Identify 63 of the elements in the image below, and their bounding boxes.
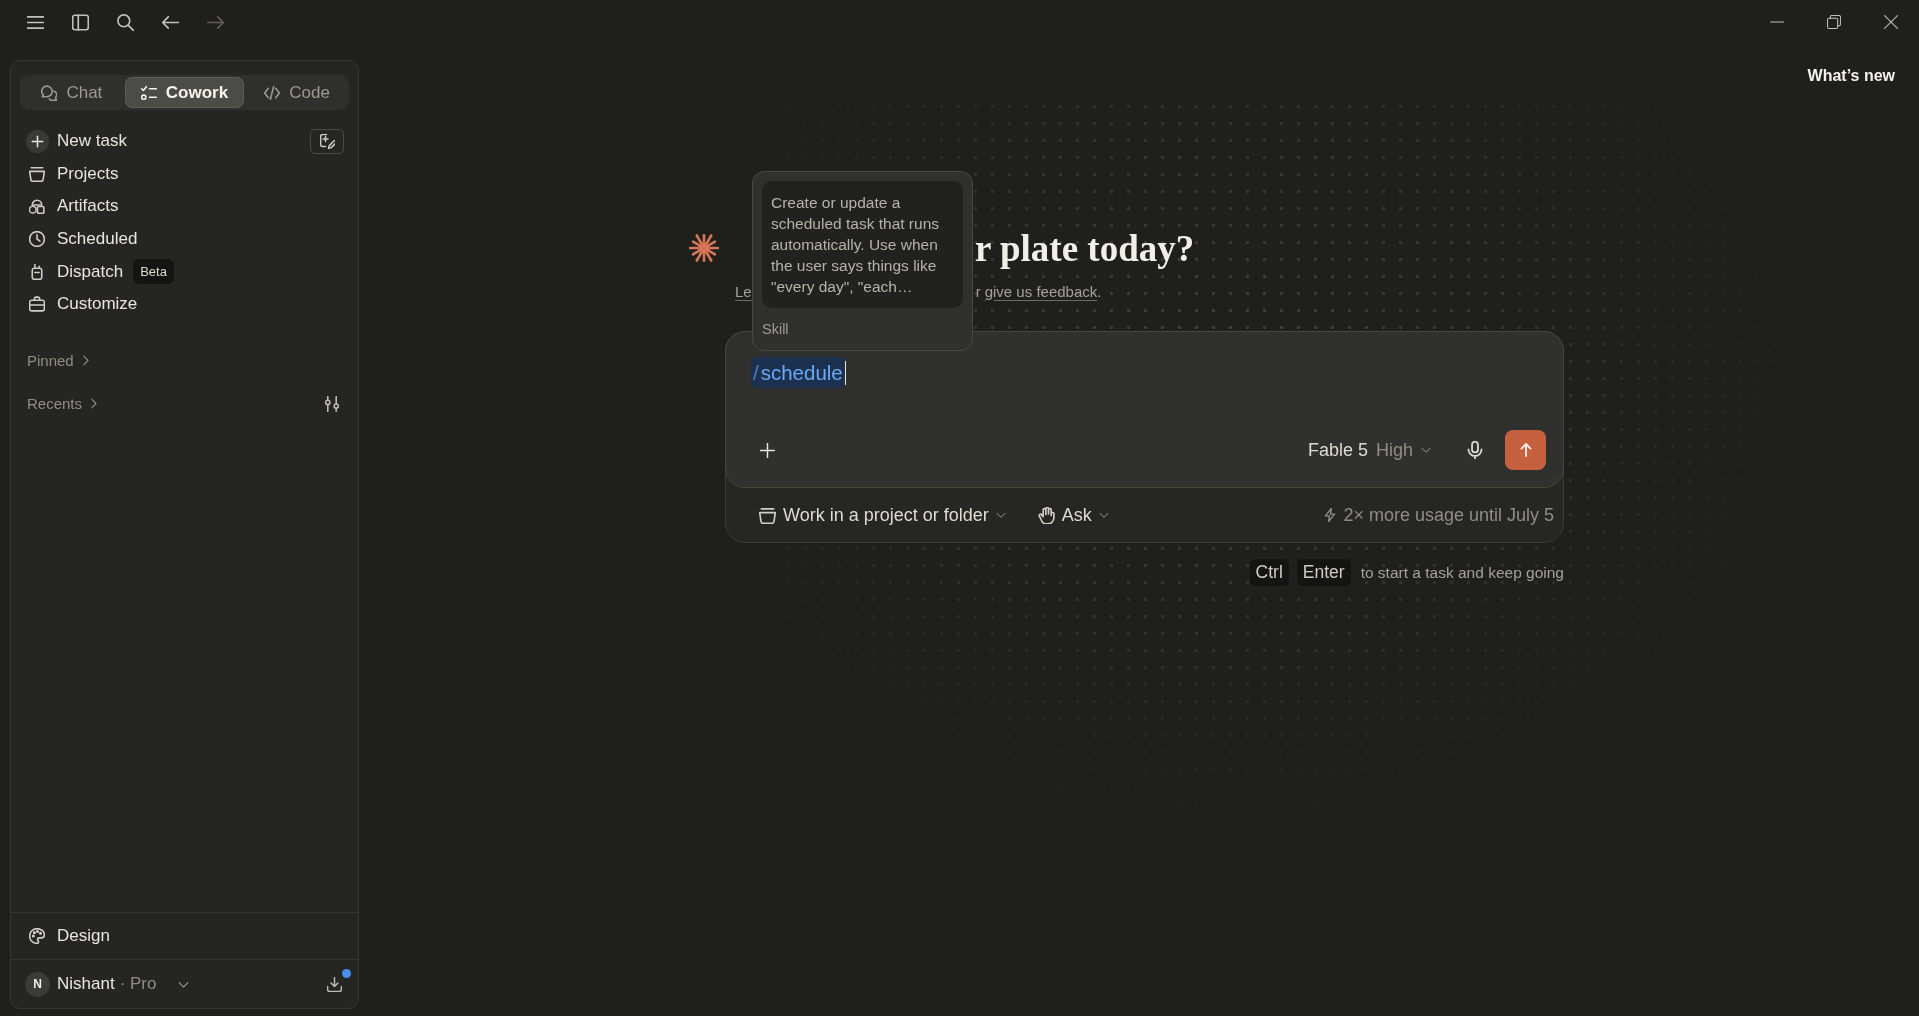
user-name: Nishant	[57, 974, 115, 994]
tray-icon	[29, 165, 45, 182]
plan-label: · Pro	[119, 974, 157, 994]
nav-item[interactable]: Artifacts	[20, 190, 349, 223]
new-task-item[interactable]: New task	[20, 125, 310, 158]
whats-new-link[interactable]: What’s new	[1807, 66, 1895, 86]
nav-item[interactable]: Scheduled	[20, 222, 349, 256]
menu-icon[interactable]	[27, 13, 44, 31]
send-button[interactable]	[1505, 430, 1546, 470]
feedback-sentence: r give us feedback.	[975, 282, 1102, 300]
pinned-toggle[interactable]: Pinned	[27, 352, 91, 370]
project-picker[interactable]: Work in a project or folder	[759, 504, 1006, 526]
keyboard-key: Enter	[1296, 559, 1351, 586]
arrow-up-icon	[1518, 443, 1533, 457]
checklist-icon	[140, 84, 157, 101]
nav-item[interactable]: Dispatch Beta	[20, 255, 349, 288]
text-caret-icon	[844, 360, 847, 385]
beta-tag: Beta	[133, 259, 174, 285]
chat-bubbles-icon	[41, 84, 58, 101]
model-selector[interactable]: Fable 5 High	[1307, 439, 1431, 461]
lightning-icon	[1323, 508, 1338, 522]
code-icon	[264, 84, 281, 101]
usage-promo: 2× more usage until July 5	[1343, 504, 1554, 526]
skill-popup[interactable]: Create or update a scheduled task that runs automatically. Use when the user says things like "every day", "each… Skill	[752, 171, 973, 351]
chevron-down-icon	[1421, 445, 1431, 455]
shortcut-hint: to start a task and keep going	[1360, 563, 1564, 582]
recents-toggle[interactable]: Recents	[27, 395, 100, 413]
mode-tab[interactable]: Cowork	[124, 77, 245, 108]
compose-icon	[319, 133, 335, 149]
sliders-icon[interactable]	[324, 395, 340, 412]
mode-tab[interactable]: Chat	[22, 77, 122, 108]
plus-icon	[26, 129, 49, 153]
skill-description: Create or update a scheduled task that runs automatically. Use when the user says things like "every day", "each…	[762, 181, 963, 308]
back-arrow-icon[interactable]	[162, 13, 179, 31]
chevron-right-icon	[88, 398, 100, 410]
briefcase-icon	[29, 296, 45, 313]
mode-tab[interactable]: Code	[247, 77, 347, 108]
add-icon[interactable]	[760, 442, 775, 458]
close-icon[interactable]	[1884, 15, 1898, 29]
palette-icon	[29, 928, 45, 944]
clock-icon	[29, 231, 45, 248]
sidebar-icon[interactable]	[72, 13, 89, 31]
nav-item[interactable]: Projects	[20, 157, 349, 191]
design-item[interactable]: Design	[20, 919, 110, 953]
shapes-icon	[29, 198, 45, 215]
device-icon	[29, 263, 45, 280]
compose-button[interactable]	[310, 128, 344, 154]
download-icon[interactable]	[327, 976, 342, 992]
starburst-icon	[689, 233, 719, 263]
user-avatar: N	[25, 971, 50, 997]
hand-icon	[1037, 506, 1055, 524]
subtitle-link[interactable]: Le	[735, 282, 752, 300]
heading-text: r plate today?	[975, 226, 1195, 270]
search-icon[interactable]	[117, 13, 134, 31]
mode-picker[interactable]: Ask	[1037, 504, 1109, 526]
keyboard-key: Ctrl	[1249, 559, 1289, 586]
nav-item[interactable]: Customize	[20, 287, 349, 321]
slash-command-chip: /schedule	[751, 357, 845, 388]
tray-icon	[759, 506, 776, 524]
chevron-down-icon	[1098, 510, 1109, 520]
chevron-down-icon	[995, 510, 1006, 520]
restore-icon[interactable]	[1827, 15, 1841, 29]
microphone-icon[interactable]	[1466, 441, 1484, 459]
